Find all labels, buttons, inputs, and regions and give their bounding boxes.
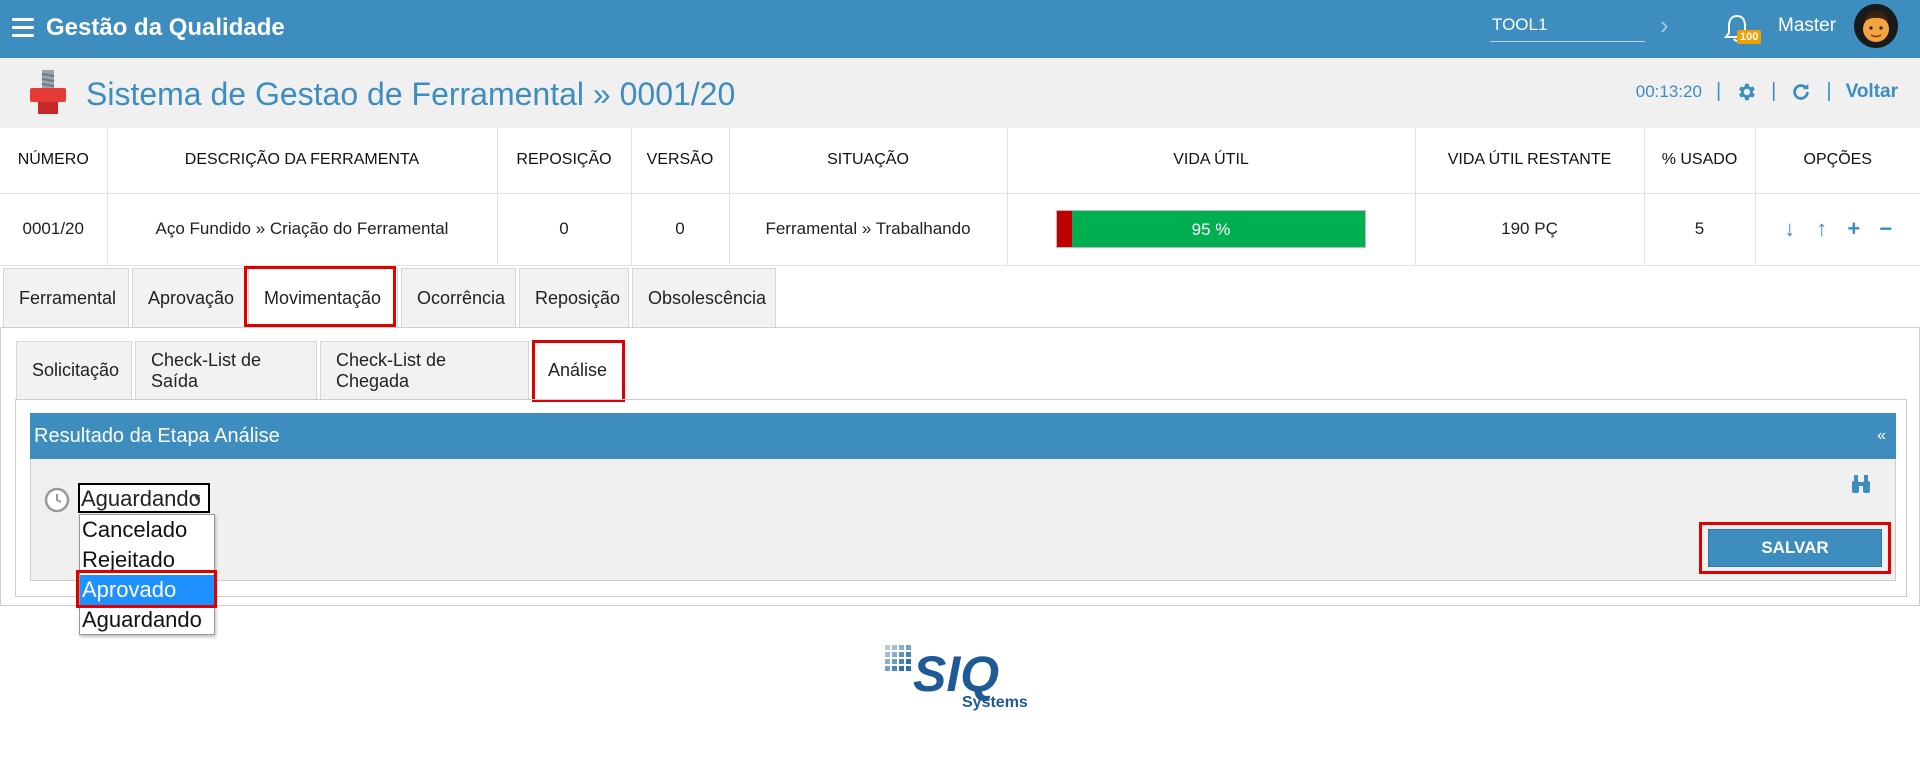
option-aguardando[interactable]: Aguardando (80, 605, 214, 635)
clock-icon (44, 487, 70, 513)
result-panel-title: Resultado da Etapa Análise (30, 413, 1896, 459)
search-input[interactable] (1490, 9, 1645, 41)
arrow-up-icon[interactable]: ↑ (1812, 218, 1832, 240)
status-select[interactable]: Aguardando ▾ (78, 483, 210, 513)
page-title: Sistema de Gestao de Ferramental » 0001/… (86, 76, 736, 112)
highlight-box (1699, 522, 1891, 574)
col-header-reposicao: REPOSIÇÃO (497, 128, 632, 194)
highlight-box (76, 570, 217, 608)
cell-reposicao: 0 (497, 193, 632, 266)
notification-badge: 100 (1737, 30, 1762, 44)
col-header-versao: VERSÃO (631, 128, 730, 194)
tool-table: NÚMERO DESCRIÇÃO DA FERRAMENTA REPOSIÇÃO… (0, 128, 1920, 266)
divider: | (1715, 80, 1722, 102)
col-header-situacao: SITUAÇÃO (729, 128, 1008, 194)
arrow-down-icon[interactable]: ↓ (1780, 218, 1800, 240)
col-header-opcoes: OPÇÕES (1755, 128, 1920, 194)
cell-opcoes: ↓ ↑ + − (1755, 193, 1920, 266)
table-header-row: NÚMERO DESCRIÇÃO DA FERRAMENTA REPOSIÇÃO… (0, 128, 1920, 194)
col-header-usado: % USADO (1644, 128, 1756, 194)
tab-ocorrencia[interactable]: Ocorrência (401, 268, 516, 328)
tab-ferramental[interactable]: Ferramental (3, 268, 129, 328)
avatar[interactable] (1854, 4, 1898, 48)
cell-usado: 5 (1644, 193, 1756, 266)
gear-icon[interactable] (1735, 81, 1757, 103)
highlight-box (244, 266, 396, 327)
divider: | (1826, 80, 1832, 102)
menu-icon[interactable] (12, 18, 34, 38)
chevron-down-icon: ▾ (193, 490, 200, 504)
chevron-right-icon[interactable]: › (1660, 10, 1669, 41)
cell-versao: 0 (631, 193, 730, 266)
cell-vida-util: 95 % (1007, 193, 1416, 266)
subtab-checklist-chegada[interactable]: Check-List de Chegada (320, 341, 529, 399)
highlight-box (532, 340, 625, 402)
collapse-icon[interactable]: « (1877, 427, 1886, 445)
plus-icon[interactable]: + (1844, 218, 1864, 240)
minus-icon[interactable]: − (1876, 218, 1896, 240)
search-field[interactable] (1490, 9, 1645, 42)
table-row: 0001/20 Aço Fundido » Criação do Ferrame… (0, 193, 1920, 266)
tab-aprovacao[interactable]: Aprovação (132, 268, 245, 328)
life-progress-label: 95 % (1191, 220, 1231, 239)
app-title: Gestão da Qualidade (46, 14, 285, 41)
divider: | (1771, 80, 1777, 102)
col-header-descricao: DESCRIÇÃO DA FERRAMENTA (107, 128, 498, 194)
session-timer: 00:13:20 (1635, 81, 1702, 101)
col-header-vida-util: VIDA ÚTIL (1007, 128, 1416, 194)
cell-descricao: Aço Fundido » Criação do Ferramental (107, 193, 498, 266)
top-bar: Gestão da Qualidade › 100 Master (0, 0, 1920, 58)
header-actions: 00:13:20 | | | Voltar (1636, 80, 1898, 103)
col-header-numero: NÚMERO (0, 128, 108, 194)
tab-reposicao[interactable]: Reposição (519, 268, 629, 328)
user-name[interactable]: Master (1778, 15, 1836, 37)
binoculars-icon[interactable] (1850, 473, 1872, 495)
logo-subtext: Systems (962, 694, 1028, 711)
option-cancelado[interactable]: Cancelado (80, 515, 214, 545)
refresh-icon[interactable] (1790, 81, 1812, 103)
cell-vida-restante: 190 PÇ (1415, 193, 1645, 266)
cell-numero: 0001/20 (0, 193, 108, 266)
cell-situacao: Ferramental » Trabalhando (729, 193, 1008, 266)
status-select-value: Aguardando (81, 486, 201, 511)
tool-logo-icon (30, 70, 66, 114)
col-header-vida-restante: VIDA ÚTIL RESTANTE (1415, 128, 1645, 194)
back-link[interactable]: Voltar (1846, 81, 1898, 103)
siq-systems-logo: SIQ Systems (885, 645, 1028, 711)
subtab-checklist-saida[interactable]: Check-List de Saída (135, 341, 317, 399)
life-progress-bar: 95 % (1056, 210, 1366, 248)
subtab-solicitacao[interactable]: Solicitação (16, 341, 132, 399)
tab-obsolescencia[interactable]: Obsolescência (632, 268, 776, 328)
